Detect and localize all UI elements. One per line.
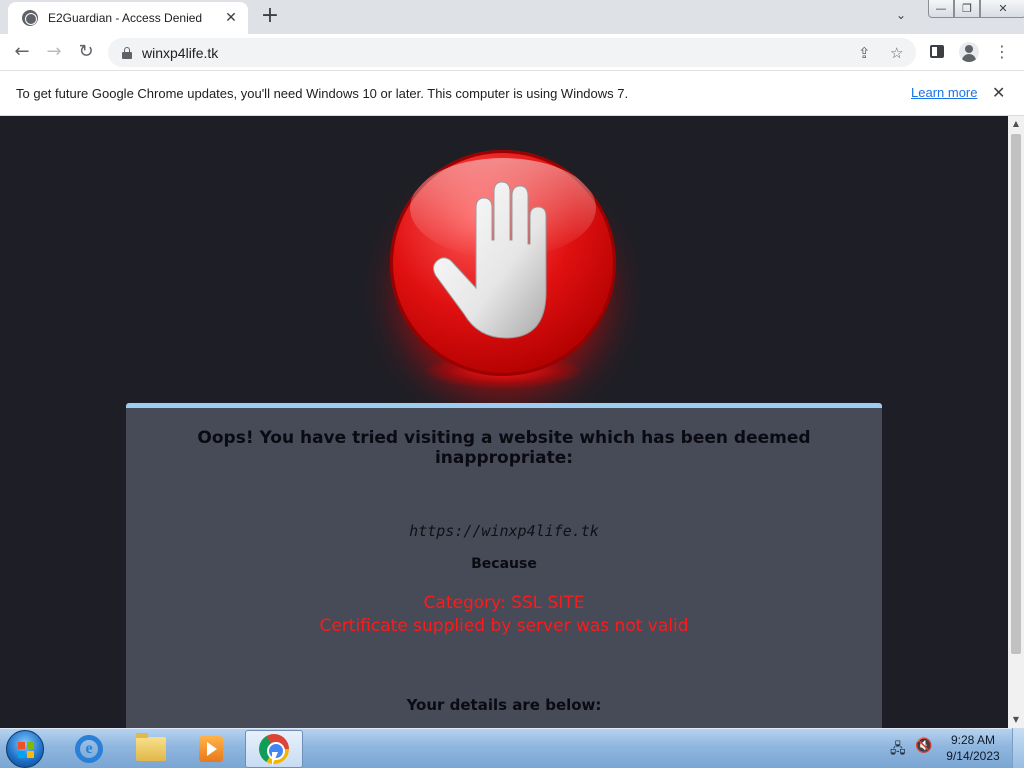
close-window-button[interactable]: ✕ (980, 0, 1024, 18)
stop-hand-icon (390, 150, 616, 376)
url-text[interactable]: winxp4life.tk (142, 45, 218, 61)
vertical-scrollbar[interactable]: ▲ ▼ (1008, 116, 1024, 728)
update-infobar: To get future Google Chrome updates, you… (0, 71, 1024, 116)
network-icon[interactable]: 🖧 (890, 738, 906, 762)
scroll-up-icon[interactable]: ▲ (1008, 116, 1024, 132)
profile-avatar-icon[interactable] (959, 42, 979, 62)
internet-explorer-icon: e (75, 735, 103, 763)
tab-search-chevron-icon[interactable]: ⌄ (896, 8, 906, 22)
bookmark-star-icon[interactable]: ☆ (890, 44, 903, 62)
media-player-icon (199, 736, 223, 762)
media-player-button[interactable] (182, 730, 240, 768)
system-clock[interactable]: 9:28 AM 9/14/2023 (942, 732, 1004, 764)
forward-button[interactable]: → (42, 40, 66, 64)
browser-toolbar: ← → ↻ winxp4life.tk ⇪ ☆ ⋮ (0, 34, 1024, 71)
minimize-button[interactable]: — (928, 0, 954, 18)
reason-line: Certificate supplied by server was not v… (319, 616, 689, 636)
mouse-cursor-icon (272, 752, 278, 766)
windows-logo-icon (18, 742, 34, 758)
access-denied-panel: Oops! You have tried visiting a website … (126, 403, 882, 728)
volume-muted-icon[interactable]: 🔇 (915, 738, 932, 754)
start-button[interactable] (6, 730, 44, 768)
tab-active[interactable]: E2Guardian - Access Denied ✕ (8, 2, 248, 34)
details-label: Your details are below: (406, 696, 602, 714)
new-tab-button[interactable]: + (258, 5, 282, 29)
internet-explorer-button[interactable]: e (60, 730, 118, 768)
page-viewport: Oops! You have tried visiting a website … (0, 116, 1008, 728)
windows-explorer-button[interactable] (122, 730, 180, 768)
infobar-close-icon[interactable]: ✕ (992, 83, 1005, 102)
chrome-menu-icon[interactable]: ⋮ (990, 40, 1014, 64)
taskbar: e (0, 728, 1024, 768)
show-desktop-button[interactable] (1012, 728, 1024, 768)
windows-explorer-icon (136, 733, 166, 761)
maximize-button[interactable]: ❐ (954, 0, 980, 18)
lock-icon[interactable] (122, 46, 132, 59)
globe-icon (22, 10, 38, 26)
category-line: Category: SSL SITE (423, 593, 585, 613)
tab-title: E2Guardian - Access Denied (48, 11, 203, 25)
scroll-thumb[interactable] (1011, 134, 1021, 654)
back-button[interactable]: ← (10, 40, 34, 64)
side-panel-icon[interactable] (930, 45, 944, 58)
blocked-url: https://winxp4life.tk (409, 522, 599, 540)
clock-date: 9/14/2023 (946, 749, 1000, 763)
hand-icon (432, 181, 547, 339)
learn-more-link[interactable]: Learn more (911, 85, 977, 100)
window-controls: — ❐ ✕ (928, 0, 1024, 18)
page-heading: Oops! You have tried visiting a website … (197, 428, 811, 468)
address-bar[interactable]: winxp4life.tk ⇪ ☆ (108, 38, 916, 67)
scroll-down-icon[interactable]: ▼ (1008, 712, 1024, 728)
because-label: Because (471, 556, 537, 572)
clock-time: 9:28 AM (950, 733, 996, 747)
block-reason: Category: SSL SITE Certificate supplied … (126, 592, 882, 638)
share-icon[interactable]: ⇪ (858, 44, 871, 62)
reload-button[interactable]: ↻ (74, 40, 98, 64)
infobar-message: To get future Google Chrome updates, you… (16, 85, 629, 101)
tab-strip: E2Guardian - Access Denied ✕ + ⌄ — ❐ ✕ (0, 0, 1024, 34)
tab-close-icon[interactable]: ✕ (222, 10, 240, 26)
